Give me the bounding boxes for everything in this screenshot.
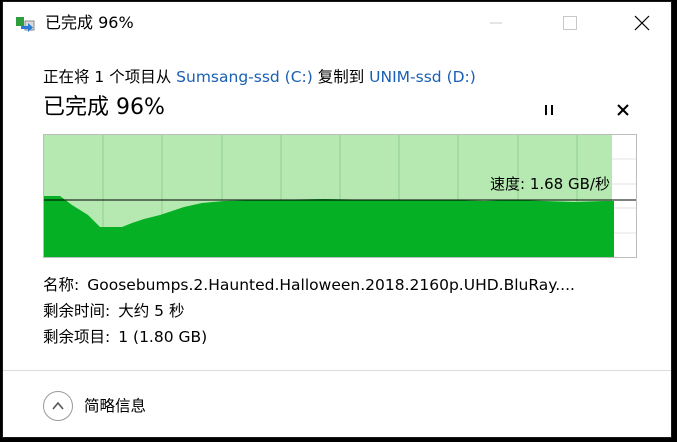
file-name-row: 名称: Goosebumps.2.Haunted.Halloween.2018.2… [43,274,633,296]
cancel-button[interactable] [613,100,633,120]
fewer-details-label[interactable]: 简略信息 [84,395,146,417]
destination-drive-link[interactable]: UNIM-ssd (D:) [369,68,476,86]
file-name-label: 名称: [43,276,80,294]
pause-icon [545,105,553,115]
maximize-button[interactable] [547,2,593,44]
copy-prefix: 正在将 1 个项目从 [43,68,177,86]
chevron-up-icon [52,401,64,410]
copy-middle: 复制到 [312,68,370,86]
close-icon [634,15,650,31]
cancel-icon [617,104,629,116]
window-title: 已完成 96% [45,13,134,32]
pause-button[interactable] [539,100,559,120]
time-remaining-row: 剩余时间: 大约 5 秒 [43,300,184,322]
speed-graph-canvas [44,135,636,257]
title-bar[interactable]: 已完成 96% [3,2,671,44]
copy-description: 正在将 1 个项目从 Sumsang-ssd (C:) 复制到 UNIM-ssd… [43,66,476,88]
items-remaining-value: 1 (1.80 GB) [118,328,208,346]
close-window-button[interactable] [619,2,665,44]
fewer-details-button[interactable] [43,391,73,421]
maximize-icon [563,16,577,30]
speed-label: 速度: 1.68 GB/秒 [490,175,610,193]
time-remaining-label: 剩余时间: [43,302,111,320]
transfer-speed-graph: 速度: 1.68 GB/秒 [43,134,637,258]
minimize-button[interactable] [473,2,519,44]
minimize-icon [490,22,502,24]
copy-progress-dialog: 已完成 96% 正在将 1 个项目从 Sumsang-ssd (C:) 复制到 … [2,1,672,438]
items-remaining-row: 剩余项目: 1 (1.80 GB) [43,326,207,348]
file-name-value: Goosebumps.2.Haunted.Halloween.2018.2160… [87,276,575,294]
items-remaining-label: 剩余项目: [43,328,111,346]
time-remaining-value: 大约 5 秒 [118,302,185,320]
progress-status: 已完成 96% [43,95,165,120]
source-drive-link[interactable]: Sumsang-ssd (C:) [176,68,313,86]
file-copy-icon [16,17,35,32]
footer-divider [3,370,671,371]
